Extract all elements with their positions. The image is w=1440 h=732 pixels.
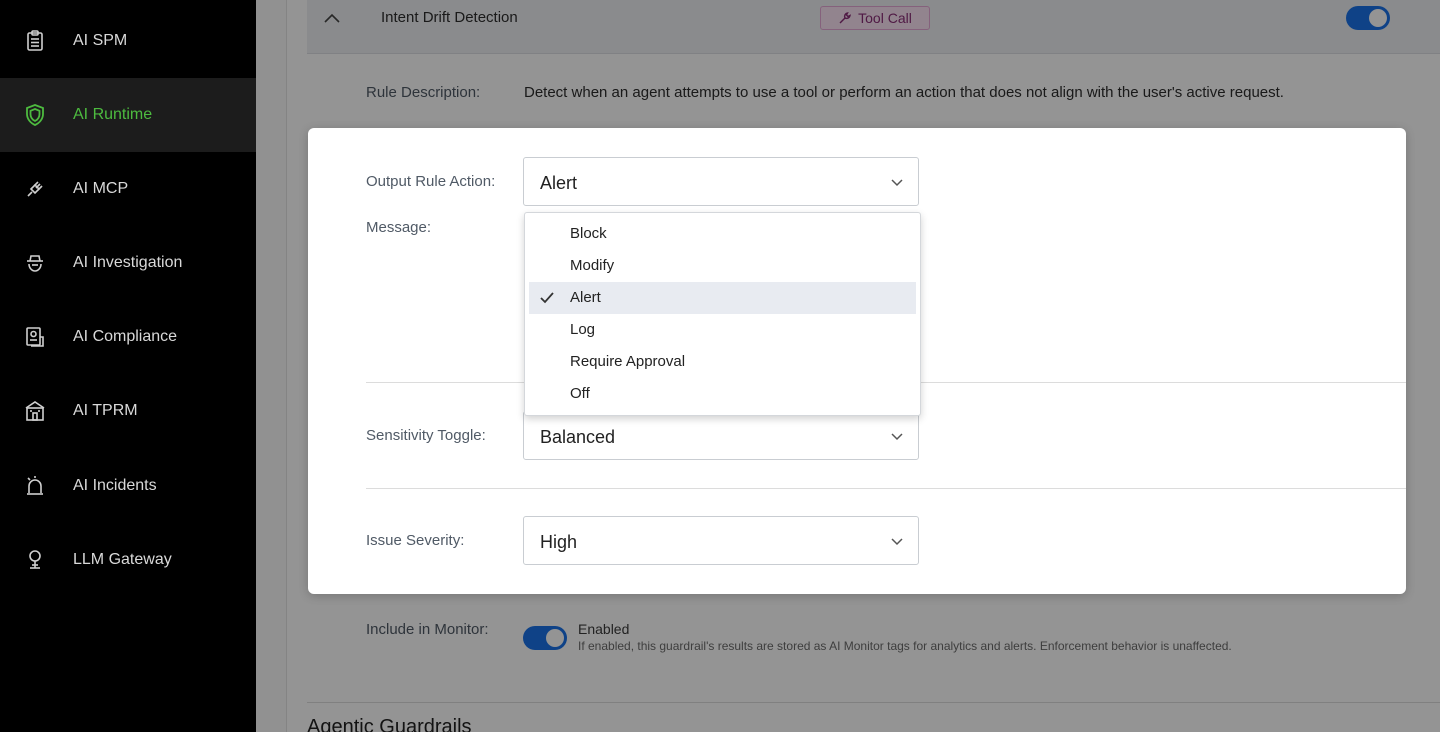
sidebar-item-ai-mcp[interactable]: AI MCP — [0, 152, 256, 226]
sidebar-item-label: AI Investigation — [73, 254, 183, 271]
alarm-icon — [22, 473, 48, 499]
chevron-down-icon — [891, 179, 903, 187]
sensitivity-select[interactable]: Balanced — [523, 411, 919, 460]
menu-item-label: Alert — [570, 289, 601, 306]
gateway-icon — [22, 547, 48, 573]
sensitivity-toggle-label: Sensitivity Toggle: — [366, 427, 486, 444]
chevron-down-icon — [891, 433, 903, 441]
sidebar-item-label: AI Incidents — [73, 477, 157, 494]
building-icon — [22, 398, 48, 424]
sidebar-item-label: AI SPM — [73, 32, 128, 49]
sidebar-item-label: AI TPRM — [73, 402, 138, 419]
sidebar-item-ai-investigation[interactable]: AI Investigation — [0, 226, 256, 300]
output-rule-action-select[interactable]: Alert — [523, 157, 919, 206]
sidebar-item-ai-spm[interactable]: AI SPM — [0, 4, 256, 78]
menu-item-alert[interactable]: Alert — [529, 282, 916, 314]
issue-severity-select[interactable]: High — [523, 516, 919, 565]
select-value: High — [540, 532, 578, 552]
menu-item-label: Off — [570, 385, 590, 402]
menu-item-label: Modify — [570, 257, 615, 274]
sidebar-item-ai-runtime[interactable]: AI Runtime — [0, 78, 256, 152]
sidebar-item-ai-compliance[interactable]: AI Compliance — [0, 300, 256, 374]
compliance-icon — [22, 324, 48, 350]
sidebar-item-label: AI Runtime — [73, 106, 153, 123]
sidebar-item-label: LLM Gateway — [73, 551, 172, 568]
menu-item-log[interactable]: Log — [529, 314, 916, 346]
sidebar: AI SPM AI Runtime AI MCP AI Investigatio… — [0, 0, 256, 732]
sidebar-item-label: AI MCP — [73, 180, 129, 197]
output-rule-action-menu: Block Modify Alert Log Require Approval … — [524, 212, 921, 416]
sidebar-item-label: AI Compliance — [73, 328, 178, 345]
checkmark-icon — [540, 292, 554, 304]
menu-item-modify[interactable]: Modify — [529, 250, 916, 282]
menu-item-label: Block — [570, 225, 607, 242]
sidebar-item-ai-tprm[interactable]: AI TPRM — [0, 374, 256, 448]
clipboard-icon — [22, 28, 48, 54]
message-label: Message: — [366, 219, 432, 236]
issue-severity-label: Issue Severity: — [366, 532, 465, 549]
output-rule-action-label: Output Rule Action: — [366, 173, 496, 190]
sidebar-item-llm-gateway[interactable]: LLM Gateway — [0, 523, 256, 597]
plug-icon — [22, 176, 48, 202]
menu-item-require-approval[interactable]: Require Approval — [529, 346, 916, 378]
chevron-down-icon — [891, 538, 903, 546]
sidebar-item-ai-incidents[interactable]: AI Incidents — [0, 449, 256, 523]
divider — [366, 488, 1406, 489]
shield-icon — [22, 102, 48, 128]
menu-item-label: Log — [570, 321, 596, 338]
menu-item-block[interactable]: Block — [529, 218, 916, 250]
detective-icon — [22, 250, 48, 276]
menu-item-label: Require Approval — [570, 353, 686, 370]
select-value: Balanced — [540, 427, 616, 447]
menu-item-off[interactable]: Off — [529, 378, 916, 410]
select-value: Alert — [540, 173, 578, 193]
